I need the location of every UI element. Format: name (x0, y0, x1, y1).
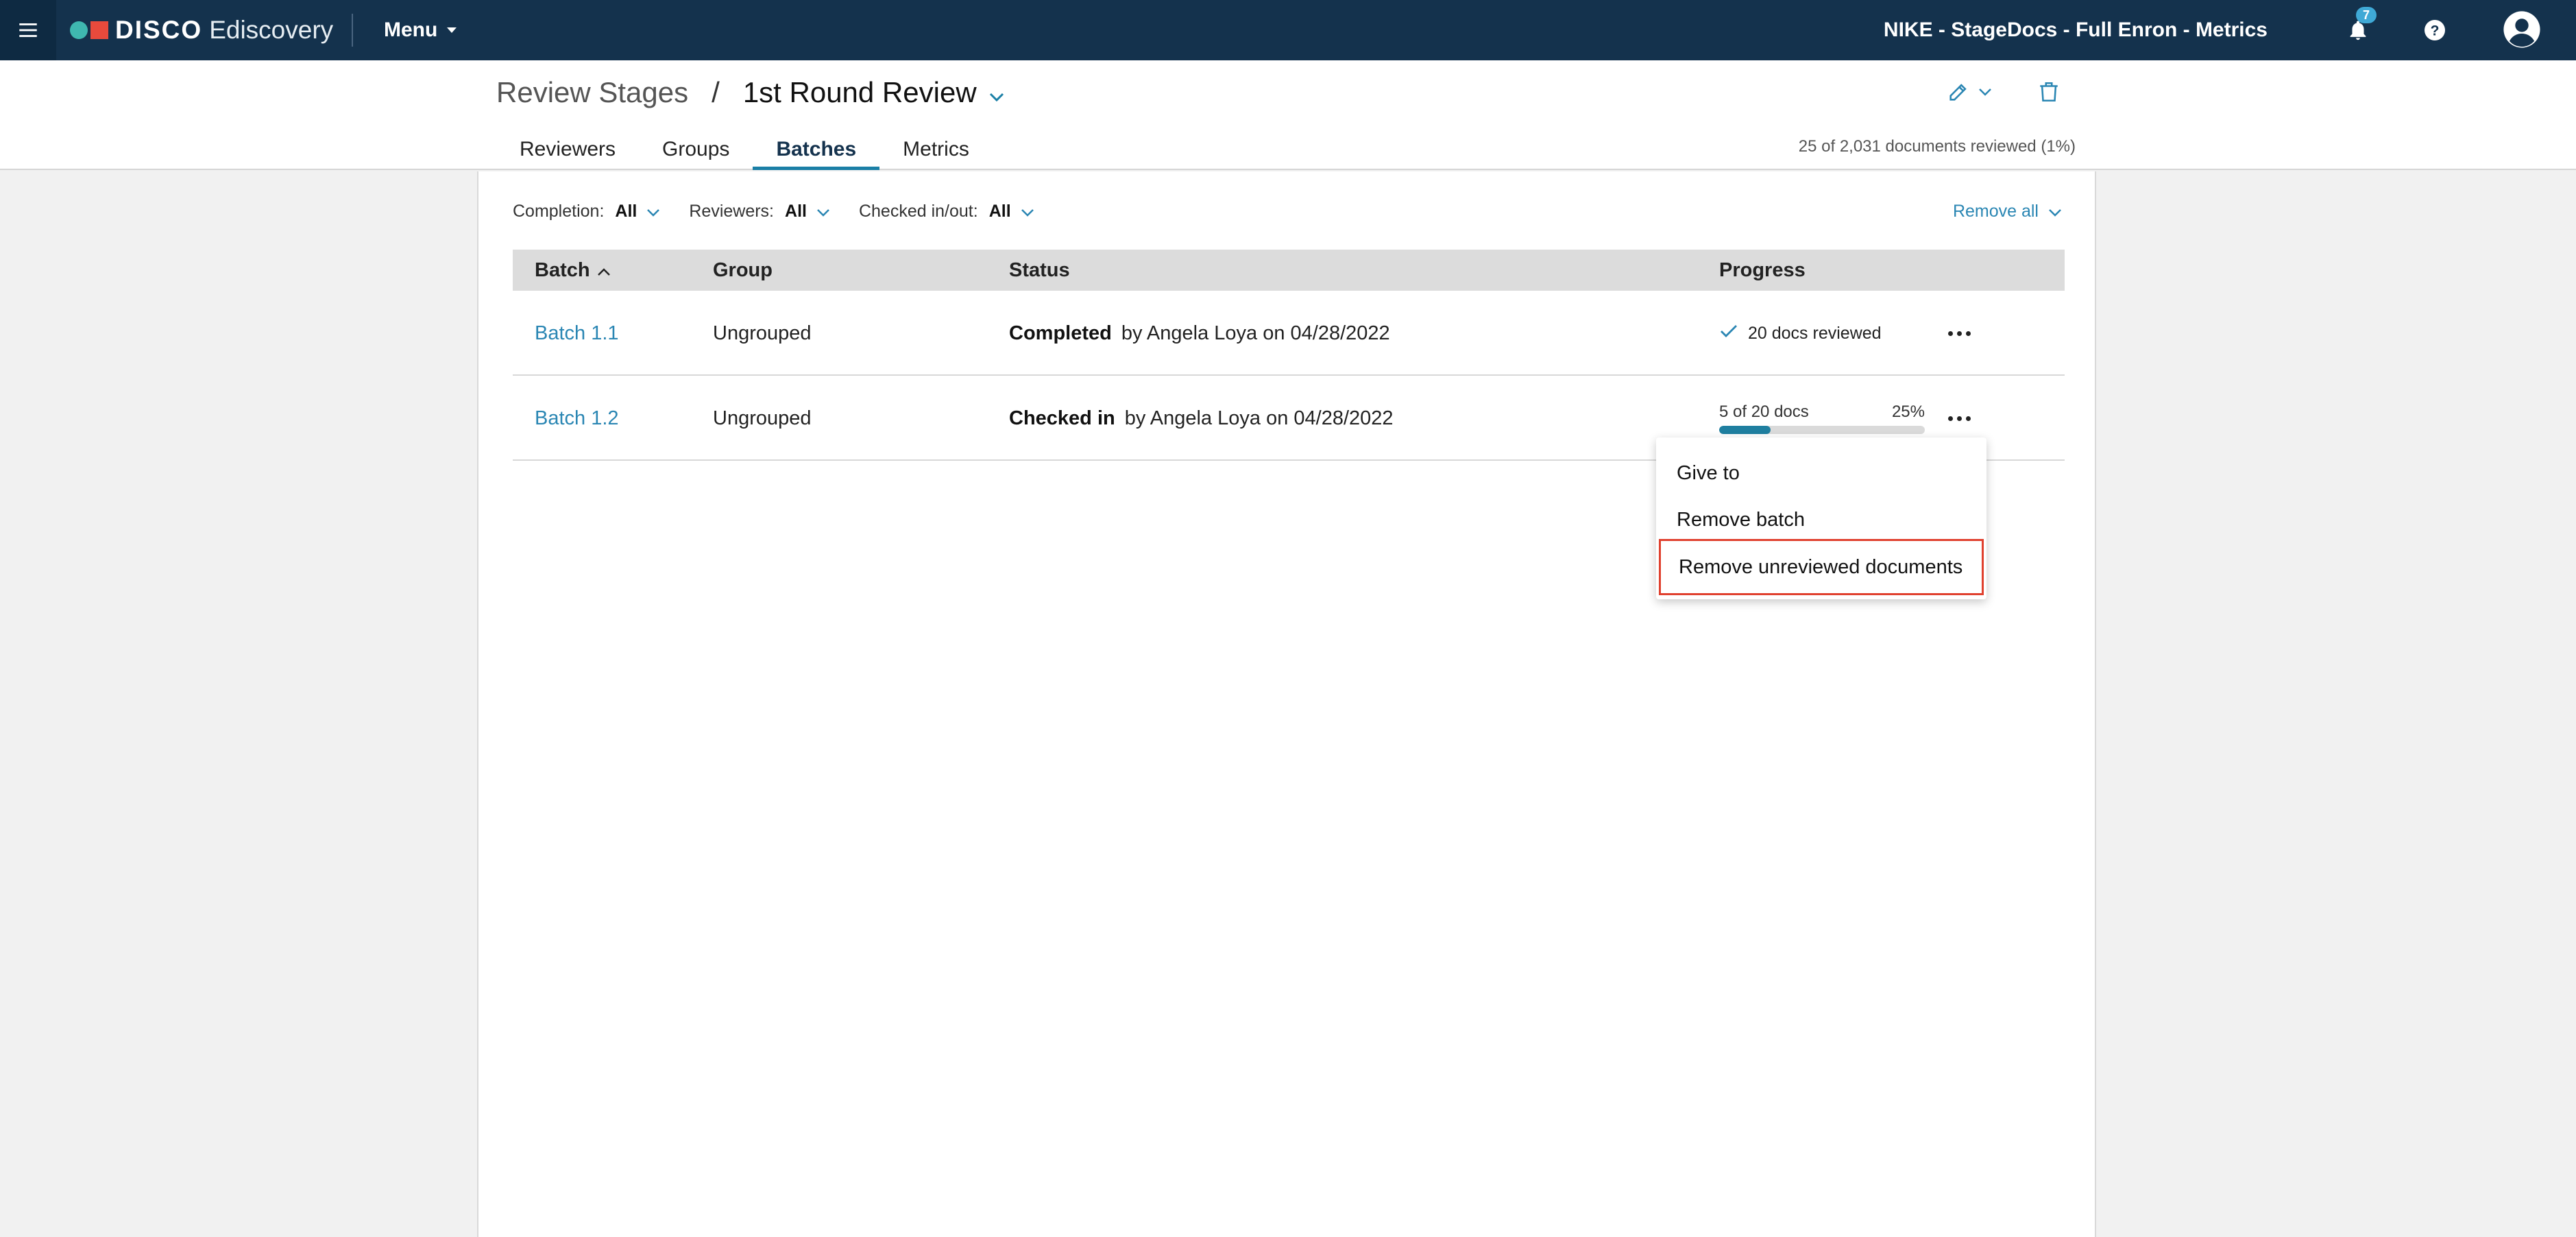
remove-all-button[interactable]: Remove all (1953, 199, 2062, 224)
column-header-progress[interactable]: Progress (1719, 250, 1806, 291)
chevron-down-icon (2048, 202, 2062, 221)
menu-item-give-to[interactable]: Give to (1656, 450, 1986, 496)
batch-group: Ungrouped (713, 407, 812, 429)
main-menu-label: Menu (384, 19, 438, 41)
completion-filter-value: All (615, 201, 637, 221)
chevron-down-icon (1978, 87, 1992, 99)
stage-selector[interactable]: 1st Round Review (743, 76, 977, 109)
checked-filter-label: Checked in/out: (858, 201, 978, 221)
documents-reviewed-summary: 25 of 2,031 documents reviewed (1%) (1798, 137, 2076, 156)
reviewers-filter[interactable]: Reviewers: All (689, 202, 830, 221)
project-title: NIKE - StageDocs - Full Enron - Metrics (1883, 19, 2268, 41)
product-name: Ediscovery (209, 16, 334, 44)
menu-item-remove-unreviewed-documents[interactable]: Remove unreviewed documents (1659, 539, 1984, 595)
sort-ascending-icon (597, 259, 611, 282)
delete-stage-button[interactable] (2037, 80, 2061, 107)
remove-all-label: Remove all (1952, 201, 2039, 221)
batch-progress: 20 docs reviewed (1719, 291, 1882, 376)
batches-table: Batch Group Status Progress Batch 1.1 Un… (513, 250, 2065, 461)
status-detail: by Angela Loya on 04/28/2022 (1121, 322, 1390, 344)
column-header-batch[interactable]: Batch (535, 250, 611, 291)
table-row: Batch 1.1 Ungrouped Completed by Angela … (513, 291, 2065, 376)
progress-bar (1719, 426, 1925, 434)
filter-bar: Completion: All Reviewers: All Checked i… (513, 199, 1063, 224)
main-menu-button[interactable]: Menu (384, 15, 457, 45)
chevron-down-icon (646, 202, 660, 221)
column-header-batch-label: Batch (535, 259, 590, 281)
row-actions-menu: Give to Remove batch Remove unreviewed d… (1656, 437, 1986, 599)
column-header-status[interactable]: Status (1009, 250, 1070, 291)
chevron-down-icon (816, 202, 830, 221)
status-detail: by Angela Loya on 04/28/2022 (1124, 407, 1394, 429)
progress-percent: 25% (1891, 403, 1925, 421)
reviewers-filter-value: All (785, 201, 807, 221)
batch-status: Completed by Angela Loya on 04/28/2022 (1009, 291, 1390, 376)
caret-down-icon (447, 27, 457, 33)
breadcrumb-review-stages[interactable]: Review Stages (496, 76, 688, 109)
logo-square-icon (90, 21, 108, 39)
topbar-divider (352, 14, 353, 47)
menu-item-remove-batch[interactable]: Remove batch (1656, 496, 1986, 543)
progress-count: 5 of 20 docs (1719, 403, 1809, 421)
tab-reviewers[interactable]: Reviewers (496, 129, 639, 170)
stage-tabs: Reviewers Groups Batches Metrics (496, 129, 993, 170)
table-header: Batch Group Status Progress (513, 250, 2065, 291)
tab-groups[interactable]: Groups (639, 129, 753, 170)
progress-bar-fill (1719, 426, 1771, 434)
batch-status: Checked in by Angela Loya on 04/28/2022 (1009, 376, 1394, 461)
chevron-down-icon[interactable] (989, 76, 1004, 109)
trash-icon (2037, 80, 2061, 107)
logo-text: DISCO (115, 16, 203, 44)
completion-filter[interactable]: Completion: All (513, 202, 660, 221)
batch-group: Ungrouped (713, 322, 812, 344)
hamburger-menu-icon[interactable] (0, 0, 56, 60)
breadcrumb-separator: / (712, 76, 720, 108)
top-navigation-bar: DISCO Ediscovery Menu NIKE - StageDocs -… (0, 0, 2576, 60)
batches-panel: Completion: All Reviewers: All Checked i… (477, 171, 2096, 1237)
tab-batches[interactable]: Batches (753, 129, 879, 170)
status-state: Completed (1009, 322, 1112, 344)
batch-link[interactable]: Batch 1.2 (535, 407, 619, 430)
tab-metrics[interactable]: Metrics (879, 129, 993, 170)
logo-dot-icon (70, 21, 88, 39)
help-icon[interactable]: ? (2420, 15, 2450, 45)
reviewers-filter-label: Reviewers: (689, 201, 775, 221)
edit-menu-button[interactable] (1947, 80, 1992, 107)
status-state: Checked in (1009, 407, 1115, 429)
batch-link[interactable]: Batch 1.1 (535, 322, 619, 345)
checkmark-icon (1719, 324, 1748, 344)
breadcrumb: Review Stages / 1st Round Review (496, 75, 1004, 110)
disco-logo[interactable]: DISCO Ediscovery (70, 15, 333, 45)
completion-filter-label: Completion: (513, 201, 605, 221)
user-avatar-icon[interactable] (2502, 10, 2542, 49)
pencil-icon (1947, 80, 1970, 107)
progress-text: 20 docs reviewed (1748, 323, 1882, 343)
row-actions-button[interactable] (1939, 320, 1980, 347)
checked-filter-value: All (988, 201, 1011, 221)
checked-in-out-filter[interactable]: Checked in/out: All (859, 202, 1034, 221)
chevron-down-icon (1021, 202, 1034, 221)
column-header-group[interactable]: Group (713, 250, 773, 291)
notification-badge: 7 (2356, 7, 2377, 23)
svg-text:?: ? (2431, 23, 2440, 39)
row-actions-button[interactable] (1939, 405, 1980, 432)
page-header: Review Stages / 1st Round Review Reviewe… (0, 60, 2576, 170)
